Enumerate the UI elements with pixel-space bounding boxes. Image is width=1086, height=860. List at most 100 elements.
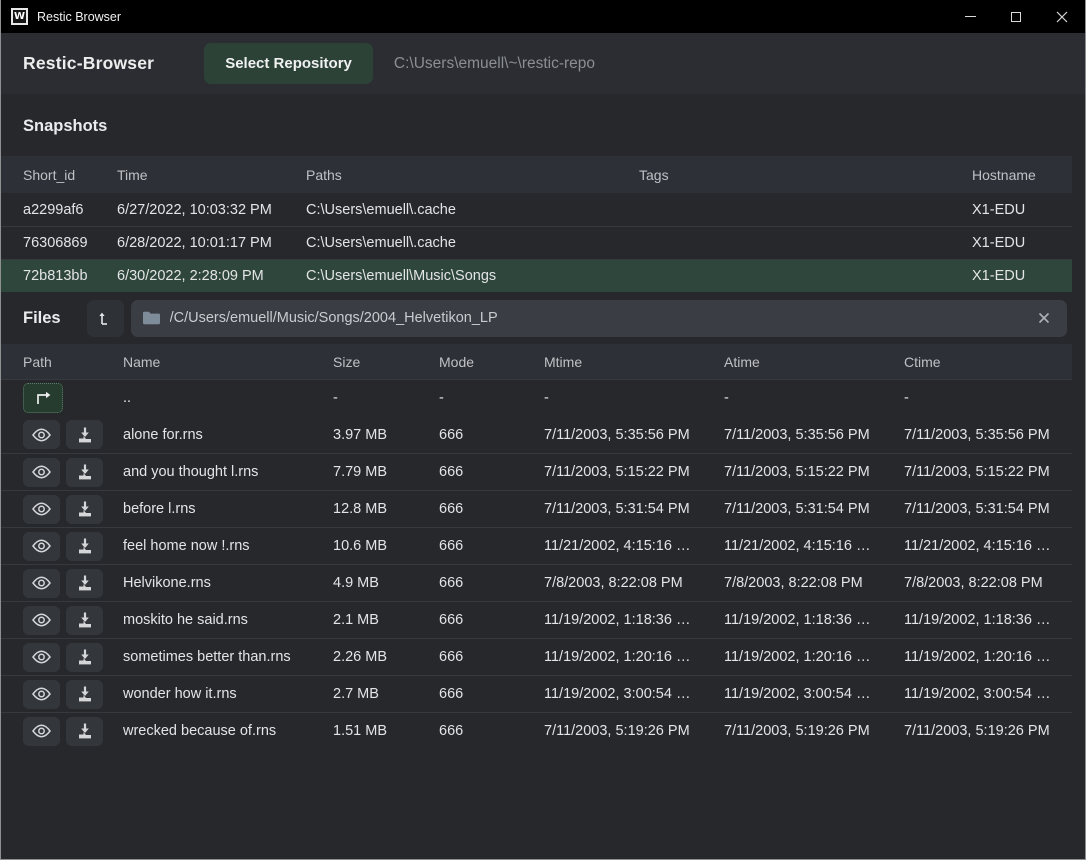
file-size: 2.7 MB — [333, 686, 439, 702]
file-mtime: 7/11/2003, 5:19:26 PM — [544, 723, 724, 739]
file-mode: 666 — [439, 427, 544, 443]
preview-file-button[interactable] — [23, 569, 60, 598]
snapshot-paths: C:\Users\emuell\.cache — [306, 235, 639, 251]
download-file-button[interactable] — [66, 420, 103, 449]
file-ctime: 7/11/2003, 5:35:56 PM — [904, 427, 1072, 443]
file-size: 2.1 MB — [333, 612, 439, 628]
file-atime: 7/11/2003, 5:15:22 PM — [724, 464, 904, 480]
preview-file-button[interactable] — [23, 717, 60, 746]
preview-file-button[interactable] — [23, 458, 60, 487]
file-row: Helvikone.rns 4.9 MB 666 7/8/2003, 8:22:… — [1, 564, 1072, 601]
eye-icon — [32, 502, 51, 516]
column-header-hostname: Hostname — [972, 167, 1072, 183]
preview-file-button[interactable] — [23, 532, 60, 561]
select-repository-button[interactable]: Select Repository — [204, 43, 373, 84]
file-ctime: 7/8/2003, 8:22:08 PM — [904, 575, 1072, 591]
download-file-button[interactable] — [66, 680, 103, 709]
snapshot-time: 6/27/2022, 10:03:32 PM — [117, 202, 306, 218]
snapshot-hostname: X1-EDU — [972, 202, 1072, 218]
file-row: and you thought l.rns 7.79 MB 666 7/11/2… — [1, 453, 1072, 490]
repository-path: C:\Users\emuell\~\restic-repo — [394, 55, 595, 73]
minimize-icon — [965, 16, 976, 17]
file-mtime: 11/21/2002, 4:15:16 … — [544, 538, 724, 554]
app-title: Restic-Browser — [23, 53, 154, 74]
column-header-short-id: Short_id — [23, 167, 117, 183]
file-atime: 7/8/2003, 8:22:08 PM — [724, 575, 904, 591]
file-size: 4.9 MB — [333, 575, 439, 591]
download-file-button[interactable] — [66, 458, 103, 487]
file-ctime: - — [904, 390, 1072, 406]
file-mode: 666 — [439, 538, 544, 554]
snapshot-short-id: 72b813bb — [23, 268, 117, 284]
snapshot-short-id: a2299af6 — [23, 202, 117, 218]
preview-file-button[interactable] — [23, 495, 60, 524]
eye-icon — [32, 465, 51, 479]
file-atime: 11/19/2002, 1:18:36 … — [724, 612, 904, 628]
snapshot-row[interactable]: 72b813bb 6/30/2022, 2:28:09 PM C:\Users\… — [1, 259, 1072, 292]
download-file-button[interactable] — [66, 643, 103, 672]
go-to-parent-button[interactable] — [23, 383, 63, 413]
download-icon — [77, 723, 93, 739]
preview-file-button[interactable] — [23, 680, 60, 709]
file-mode: 666 — [439, 464, 544, 480]
column-header-atime: Atime — [724, 354, 904, 370]
file-atime: 7/11/2003, 5:31:54 PM — [724, 501, 904, 517]
repository-header: Restic-Browser Select Repository C:\User… — [1, 33, 1085, 94]
file-name: feel home now !.rns — [123, 538, 333, 554]
file-size: 7.79 MB — [333, 464, 439, 480]
column-header-size: Size — [333, 354, 439, 370]
download-icon — [77, 538, 93, 554]
minimize-button[interactable] — [947, 0, 993, 33]
wails-app-icon: W — [11, 8, 28, 25]
download-icon — [77, 575, 93, 591]
file-size: 10.6 MB — [333, 538, 439, 554]
file-mtime: 11/19/2002, 1:20:16 … — [544, 649, 724, 665]
eye-icon — [32, 539, 51, 553]
titlebar-left: W Restic Browser — [1, 8, 947, 25]
download-file-button[interactable] — [66, 495, 103, 524]
column-header-mtime: Mtime — [544, 354, 724, 370]
file-size: - — [333, 390, 439, 406]
download-icon — [77, 427, 93, 443]
download-file-button[interactable] — [66, 532, 103, 561]
close-button[interactable] — [1039, 0, 1085, 33]
download-icon — [77, 501, 93, 517]
maximize-icon — [1011, 12, 1021, 22]
files-table-header: Path Name Size Mode Mtime Atime Ctime — [1, 344, 1072, 379]
file-row: before l.rns 12.8 MB 666 7/11/2003, 5:31… — [1, 490, 1072, 527]
maximize-button[interactable] — [993, 0, 1039, 33]
empty-area — [1, 749, 1085, 859]
eye-icon — [32, 687, 51, 701]
preview-file-button[interactable] — [23, 420, 60, 449]
clear-path-button[interactable] — [1033, 307, 1055, 329]
download-file-button[interactable] — [66, 569, 103, 598]
download-file-button[interactable] — [66, 717, 103, 746]
file-mode: 666 — [439, 686, 544, 702]
file-ctime: 7/11/2003, 5:31:54 PM — [904, 501, 1072, 517]
file-row: alone for.rns 3.97 MB 666 7/11/2003, 5:3… — [1, 416, 1072, 453]
return-arrow-icon — [34, 391, 52, 405]
open-snapshot-root-button[interactable] — [87, 300, 124, 337]
files-section-title: Files — [23, 309, 61, 328]
column-header-tags: Tags — [639, 167, 972, 183]
file-size: 2.26 MB — [333, 649, 439, 665]
preview-file-button[interactable] — [23, 606, 60, 635]
snapshots-table: Short_id Time Paths Tags Hostname a2299a… — [1, 156, 1072, 292]
file-size: 1.51 MB — [333, 723, 439, 739]
eye-icon — [32, 428, 51, 442]
file-name: and you thought l.rns — [123, 464, 333, 480]
snapshot-row[interactable]: a2299af6 6/27/2022, 10:03:32 PM C:\Users… — [1, 193, 1072, 226]
eye-icon — [32, 650, 51, 664]
parent-directory-row: .. - - - - - — [1, 379, 1072, 416]
file-mtime: 11/19/2002, 1:18:36 … — [544, 612, 724, 628]
close-icon — [1056, 11, 1068, 23]
file-mode: 666 — [439, 649, 544, 665]
download-file-button[interactable] — [66, 606, 103, 635]
snapshot-row[interactable]: 76306869 6/28/2022, 10:01:17 PM C:\Users… — [1, 226, 1072, 259]
current-path-bar[interactable]: /C/Users/emuell/Music/Songs/2004_Helveti… — [131, 300, 1067, 337]
file-row: feel home now !.rns 10.6 MB 666 11/21/20… — [1, 527, 1072, 564]
snapshots-table-header: Short_id Time Paths Tags Hostname — [1, 156, 1072, 193]
file-name: moskito he said.rns — [123, 612, 333, 628]
preview-file-button[interactable] — [23, 643, 60, 672]
snapshots-section-title: Snapshots — [1, 94, 1085, 156]
